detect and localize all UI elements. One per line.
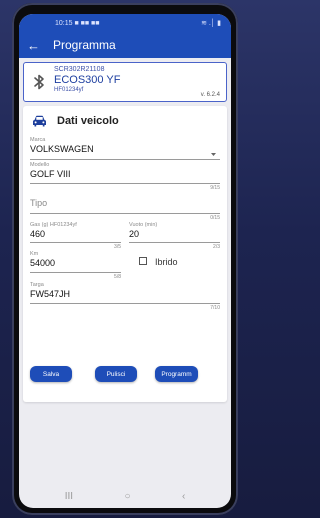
km-label: Km [30, 251, 39, 257]
chevron-down-icon[interactable] [211, 153, 216, 156]
vehicle-card: Dati veicolo Marca VOLKSWAGEN Modello GO… [23, 106, 227, 402]
device-gas: HF01234yf [54, 87, 84, 93]
tipo-counter: 0/15 [210, 215, 220, 221]
vuoto-counter: 2/3 [213, 244, 220, 250]
vuoto-value: 20 [129, 229, 140, 239]
modello-label: Modello [30, 162, 50, 168]
device-card[interactable]: SCR302R21108 ECOS300 YF HF01234yf v. 6.2… [23, 62, 227, 102]
home-icon[interactable]: ○ [124, 491, 130, 502]
marca-label: Marca [30, 137, 46, 143]
ibrido-label: Ibrido [155, 257, 178, 267]
targa-field[interactable]: Targa FW547JH [30, 282, 220, 304]
vehicle-card-header: Dati veicolo [30, 106, 220, 136]
km-value: 54000 [30, 258, 56, 268]
action-buttons: Salva Pulisci Programm [30, 366, 227, 382]
targa-label: Targa [30, 282, 44, 288]
km-counter: 5/8 [114, 274, 121, 280]
tipo-placeholder: Tipo [30, 198, 48, 208]
modello-field[interactable]: Modello GOLF VIII [30, 162, 220, 184]
back-nav-icon[interactable]: ‹ [182, 491, 185, 502]
device-serial: SCR302R21108 [54, 66, 105, 73]
salva-button[interactable]: Salva [30, 366, 72, 382]
status-bar: 10:15 ■ ■■ ■■ ≋ .│ ▮ [19, 14, 231, 32]
ibrido-checkbox-row[interactable]: Ibrido [129, 251, 220, 281]
targa-counter: 7/10 [210, 305, 220, 311]
recent-apps-icon[interactable]: III [65, 491, 73, 502]
back-arrow-icon[interactable]: ← [27, 38, 47, 53]
system-nav-bar: III ○ ‹ [19, 484, 231, 508]
signal-battery-icons: ≋ .│ ▮ [201, 20, 221, 27]
modello-value: GOLF VIII [30, 169, 71, 179]
tipo-field[interactable]: Tipo [30, 192, 220, 214]
device-version: v. 6.2.4 [200, 92, 220, 98]
app-bar: ← Programma [19, 32, 231, 58]
vuoto-label: Vuoto (min) [129, 222, 158, 228]
marca-value: VOLKSWAGEN [30, 144, 94, 154]
vehicle-heading: Dati veicolo [57, 115, 119, 127]
programma-button[interactable]: Programm [155, 366, 198, 382]
gas-field[interactable]: Gas (g) HF01234yf 460 [30, 222, 121, 243]
marca-select[interactable]: Marca VOLKSWAGEN [30, 137, 220, 160]
ibrido-checkbox[interactable] [139, 257, 147, 265]
gas-vuoto-row: Gas (g) HF01234yf 460 3/5 Vuoto (min) 20… [30, 222, 220, 251]
bluetooth-icon [34, 74, 44, 90]
notification-icons: ■ ■■ ■■ [74, 19, 100, 27]
car-icon [33, 115, 46, 127]
gas-value: 460 [30, 229, 46, 239]
pulisci-button[interactable]: Pulisci [95, 366, 137, 382]
gas-label: Gas (g) HF01234yf [30, 222, 77, 228]
modello-counter: 9/15 [210, 185, 220, 191]
km-ibrido-row: Km 54000 5/8 Ibrido [30, 251, 220, 281]
screen: 10:15 ■ ■■ ■■ ≋ .│ ▮ ← Programma SCR302R… [19, 14, 231, 508]
status-time: 10:15 [55, 19, 73, 27]
gas-counter: 3/5 [114, 244, 121, 250]
targa-value: FW547JH [30, 289, 71, 299]
vuoto-field[interactable]: Vuoto (min) 20 [129, 222, 220, 243]
status-left: 10:15 ■ ■■ ■■ [55, 20, 100, 27]
km-field[interactable]: Km 54000 [30, 251, 121, 273]
page-title: Programma [53, 38, 116, 52]
device-model: ECOS300 YF [54, 74, 121, 86]
